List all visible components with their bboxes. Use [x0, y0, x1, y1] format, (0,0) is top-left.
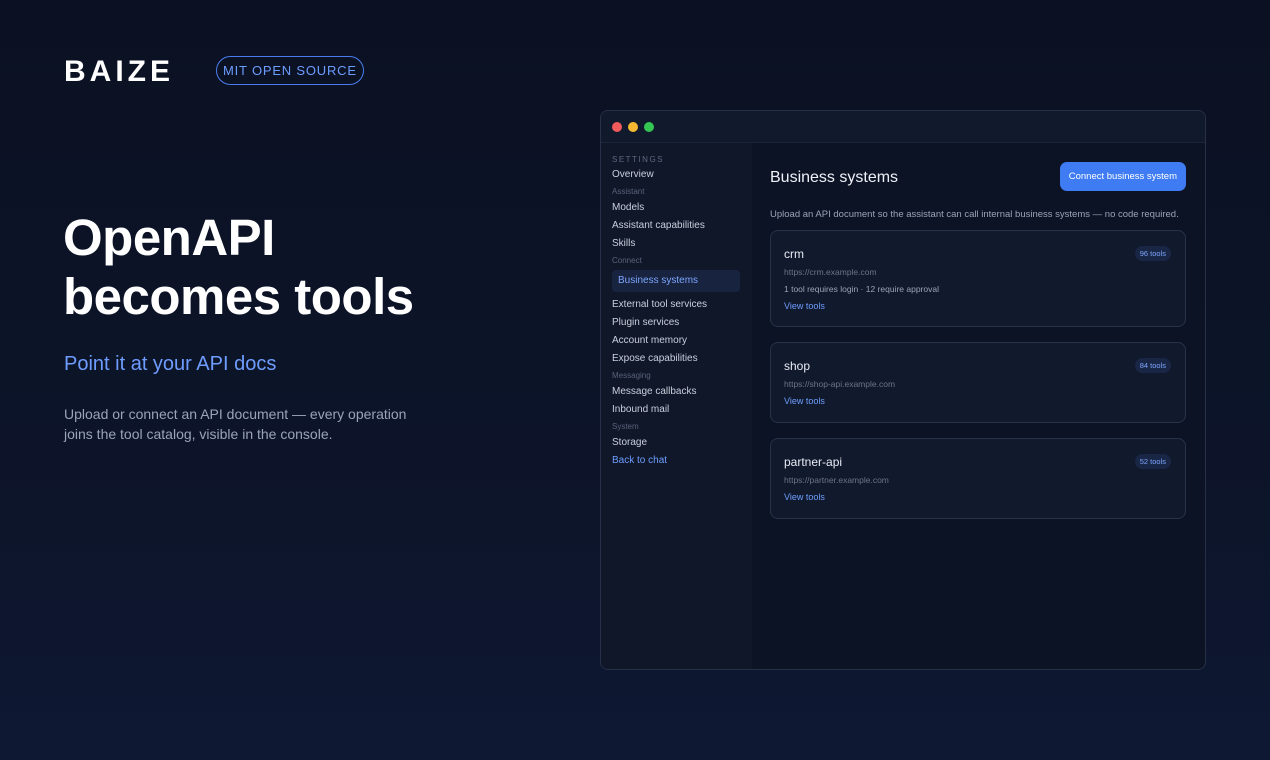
system-name: partner-api [784, 455, 843, 469]
sidebar-item-assistant-capabilities[interactable]: Assistant capabilities [612, 219, 740, 233]
system-url: https://partner.example.com [784, 475, 889, 485]
hero-body: Upload or connect an API document — ever… [64, 404, 424, 444]
sidebar-item-account-memory[interactable]: Account memory [612, 334, 740, 348]
license-badge: MIT OPEN SOURCE [216, 56, 364, 85]
system-url: https://shop-api.example.com [784, 379, 896, 389]
sidebar-group-connect: Connect [612, 256, 642, 265]
hero-subheadline: Point it at your API docs [64, 353, 277, 375]
sidebar-item-plugin-services[interactable]: Plugin services [612, 316, 740, 330]
sidebar-item-message-callbacks[interactable]: Message callbacks [612, 385, 740, 399]
back-to-chat-link[interactable]: Back to chat [612, 454, 740, 468]
view-tools-link[interactable]: View tools [784, 395, 825, 407]
sidebar-item-storage[interactable]: Storage [612, 436, 740, 450]
hero-body-line-2: joins the tool catalog, visible in the c… [64, 426, 333, 442]
sidebar-section-title: SETTINGS [612, 155, 665, 164]
view-tools-link[interactable]: View tools [784, 491, 825, 503]
sidebar-item-skills[interactable]: Skills [612, 237, 740, 251]
sidebar-group-messaging: Messaging [612, 371, 651, 380]
panel-description: Upload an API document so the assistant … [770, 209, 1179, 220]
sidebar-item-expose-capabilities[interactable]: Expose capabilities [612, 352, 740, 366]
system-card-partner-api: partner-api 52 tools https://partner.exa… [770, 438, 1186, 519]
brand-logo: BAIZE [64, 55, 174, 88]
window-titlebar [601, 111, 1205, 143]
app-window: SETTINGS Overview Assistant Models Assis… [600, 110, 1206, 670]
business-systems-panel: Business systems Connect business system… [752, 143, 1205, 669]
tool-count-badge: 84 tools [1134, 358, 1171, 373]
sidebar-group-system: System [612, 422, 639, 431]
close-window-dot-icon[interactable] [612, 122, 622, 132]
sidebar-item-models[interactable]: Models [612, 201, 740, 215]
system-card-shop: shop 84 tools https://shop-api.example.c… [770, 342, 1186, 423]
sidebar-item-external-tool-services[interactable]: External tool services [612, 298, 740, 312]
view-tools-link[interactable]: View tools [784, 300, 825, 312]
system-name: shop [784, 359, 811, 373]
headline-line-2: becomes tools [63, 268, 414, 325]
headline-line-1: OpenAPI [63, 209, 275, 266]
sidebar-item-overview[interactable]: Overview [612, 168, 740, 182]
connect-business-system-button[interactable]: Connect business system [1059, 162, 1186, 191]
minimize-window-dot-icon[interactable] [628, 122, 638, 132]
system-auth-note: 1 tool requires login · 12 require appro… [784, 284, 939, 294]
sidebar-item-inbound-mail[interactable]: Inbound mail [612, 403, 740, 417]
page-title: Business systems [770, 169, 899, 186]
tool-count-badge: 96 tools [1134, 246, 1171, 261]
system-card-crm: crm 96 tools https://crm.example.com 1 t… [770, 230, 1186, 327]
hero-headline: OpenAPI becomes tools [63, 208, 503, 326]
tool-count-badge: 52 tools [1134, 454, 1171, 469]
system-name: crm [784, 247, 804, 261]
system-url: https://crm.example.com [784, 267, 877, 277]
sidebar-item-business-systems[interactable]: Business systems [612, 270, 740, 292]
sidebar-group-assistant: Assistant [612, 187, 645, 196]
settings-sidebar: SETTINGS Overview Assistant Models Assis… [601, 143, 752, 669]
panel-header: Business systems Connect business system [770, 143, 1186, 209]
maximize-window-dot-icon[interactable] [644, 122, 654, 132]
hero-body-line-1: Upload or connect an API document — ever… [64, 406, 407, 422]
